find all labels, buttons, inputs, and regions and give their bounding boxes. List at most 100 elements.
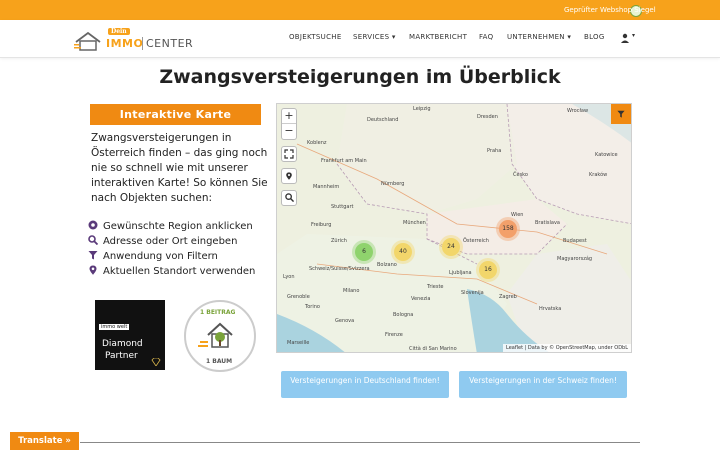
map-cluster[interactable]: 158 [499,220,517,238]
feature-item: Aktuellen Standort verwenden [88,265,255,277]
section-heading: Interaktive Karte [90,104,261,125]
map-label: Magyarország [557,256,593,262]
map-label: Wien [511,212,524,218]
nav-blog[interactable]: BLOG [584,33,605,41]
map-label: Slovenija [461,290,484,296]
map-label: Bologna [393,312,414,318]
map-search-button[interactable] [281,190,297,206]
map-label: Leipzig [413,106,431,112]
map-label: Stuttgart [331,204,354,210]
logo[interactable]: Dein IMMO CENTER [74,28,198,54]
diamond-icon [151,358,161,366]
badge-line: 1 BEITRAG [200,309,236,316]
feature-item: Gewünschte Region anklicken [88,220,253,232]
zoom-out-button[interactable]: − [282,124,296,139]
nav-marktbericht[interactable]: MARKTBERICHT [409,33,467,41]
target-icon [88,220,98,230]
tree-donation-badge[interactable]: 1 BEITRAG 1 BAUM [184,300,256,372]
interactive-map[interactable]: Leipzig Dresden Wrocław Kraków Katowice … [276,103,632,353]
nav-faq[interactable]: FAQ [479,33,493,41]
switzerland-auctions-button[interactable]: Versteigerungen in der Schweiz finden! [459,371,627,398]
map-label: Deutschland [367,117,399,123]
chevron-down-icon: ▾ [391,33,396,41]
divider [80,442,640,443]
map-attribution[interactable]: Leaflet | Data by © OpenStreetMap, under… [503,344,631,352]
page-title: Zwangsversteigerungen im Überblick [159,66,561,88]
header: Dein IMMO CENTER OBJEKTSUCHE SERVICES ▾ … [0,20,720,58]
map-filter-button[interactable] [611,104,631,124]
location-pin-icon [286,172,292,180]
fullscreen-icon [284,149,294,159]
map-label: Venezia [411,296,431,302]
badge-line: Diamond [102,339,143,349]
map-label: Wrocław [567,108,589,114]
badge-line: 1 BAUM [206,358,233,365]
logo-tag: Dein [108,28,130,35]
map-label: Dresden [477,114,498,120]
map-label: Katowice [595,152,618,158]
map-label: Praha [487,148,502,154]
seal-text[interactable]: Geprüfter Webshop Siegel [564,6,656,14]
map-label: Grenoble [287,294,310,300]
feature-item: Anwendung von Filtern [88,250,218,262]
map-label: Lyon [283,274,295,280]
badge-line: Partner [105,351,138,361]
map-label: Torino [305,304,320,310]
diamond-partner-badge[interactable]: immo welt Diamond Partner [95,300,165,370]
map-cluster[interactable]: 40 [394,243,412,261]
map-label: Frankfurt am Main [321,158,367,164]
nav-services[interactable]: SERVICES ▾ [353,33,396,41]
search-icon [284,193,294,203]
locate-button[interactable] [281,168,297,184]
filter-icon [617,110,625,118]
map-label: Budapest [563,238,587,244]
map-label: Marseille [287,340,310,346]
intro-text: Zwangsversteigerungen in Österreich find… [91,132,268,204]
map-label: Ljubljana [449,270,472,276]
germany-auctions-button[interactable]: Versteigerungen in Deutschland finden! [281,371,449,398]
map-label: Schweiz/Suisse/Svizzera [309,266,370,272]
map-background [277,104,631,352]
map-label: Mannheim [313,184,340,190]
map-label: Bratislava [535,220,560,226]
map-cluster[interactable]: 6 [355,243,373,261]
user-menu[interactable]: ▾ [620,32,638,44]
map-label: München [403,220,426,226]
badge-brand: immo welt [99,324,130,330]
translate-button[interactable]: Translate » [10,432,79,450]
search-icon [88,235,98,245]
house-tree-icon [198,322,233,348]
fullscreen-button[interactable] [281,146,297,162]
feature-item: Adresse oder Ort eingeben [88,235,237,247]
map-label: Milano [343,288,360,294]
filter-icon [88,251,98,260]
house-logo-icon [74,31,101,51]
map-label: Città di San Marino [409,346,457,352]
map-cluster[interactable]: 16 [479,261,497,279]
map-label: Zagreb [499,294,517,300]
map-label: Firenze [385,332,403,338]
logo-word-center: CENTER [142,37,193,50]
nav-unternehmen[interactable]: UNTERNEHMEN ▾ [507,33,571,41]
map-label: Nürnberg [381,181,405,187]
zoom-in-button[interactable]: + [282,109,296,124]
top-bar: Geprüfter Webshop Siegel [0,0,720,20]
location-pin-icon [89,265,97,275]
map-label: Česko [513,172,528,178]
map-label: Freiburg [311,222,332,228]
map-label: Hrvatska [539,306,562,312]
map-label: Koblenz [307,140,327,146]
map-label: Kraków [589,172,608,178]
nav-objektsuche[interactable]: OBJEKTSUCHE [289,33,342,41]
chevron-down-icon: ▾ [632,32,636,39]
chevron-down-icon: ▾ [567,33,572,41]
map-label: Bolzano [377,262,397,268]
user-icon [621,33,629,43]
map-label: Österreich [463,238,489,244]
map-label: Genova [335,318,355,324]
zoom-control: + − [281,108,297,140]
map-label: Trieste [427,284,444,290]
logo-word-immo: IMMO [106,37,144,50]
map-cluster[interactable]: 24 [442,238,460,256]
map-label: Zürich [331,238,347,244]
